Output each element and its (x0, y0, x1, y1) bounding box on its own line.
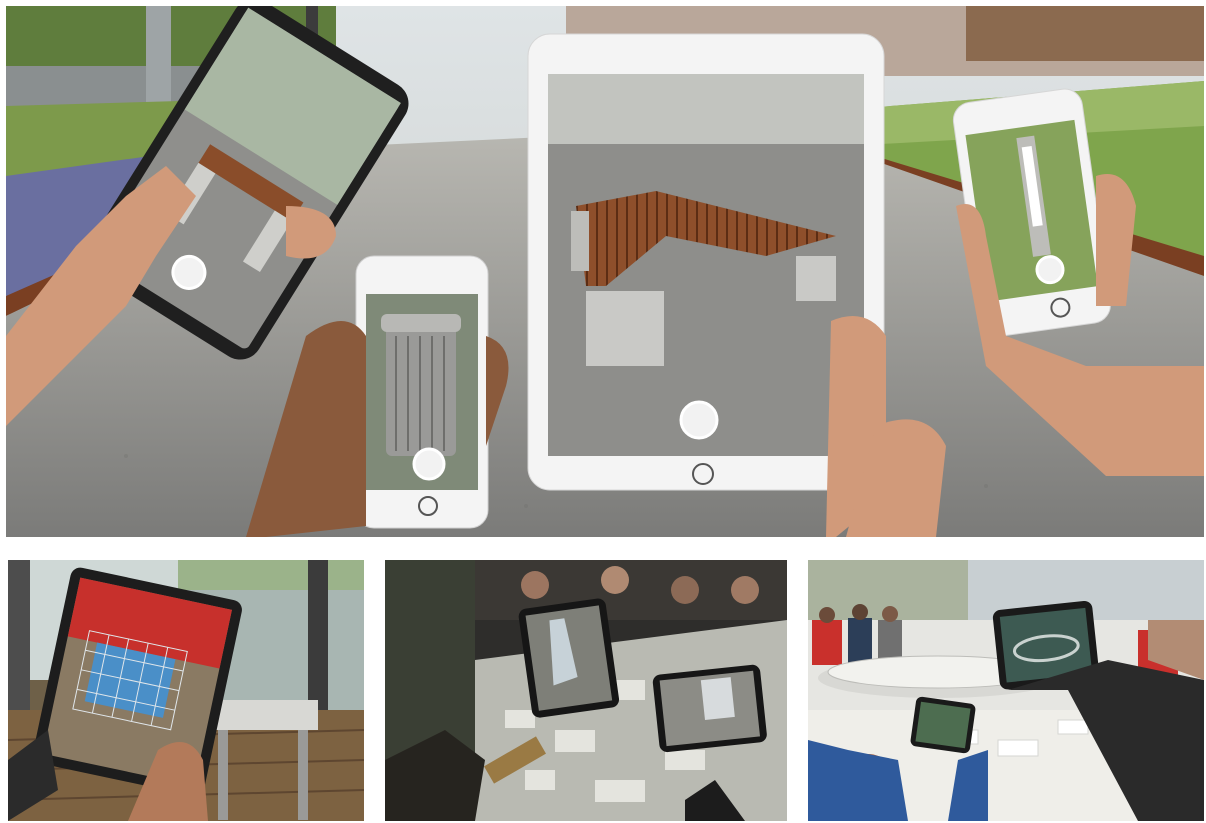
window-tablet-photo (8, 560, 364, 821)
city-model-photo (385, 560, 787, 821)
hero-photo (6, 6, 1204, 537)
museum-tablets-photo (808, 560, 1204, 821)
iphone-trash (355, 255, 489, 529)
